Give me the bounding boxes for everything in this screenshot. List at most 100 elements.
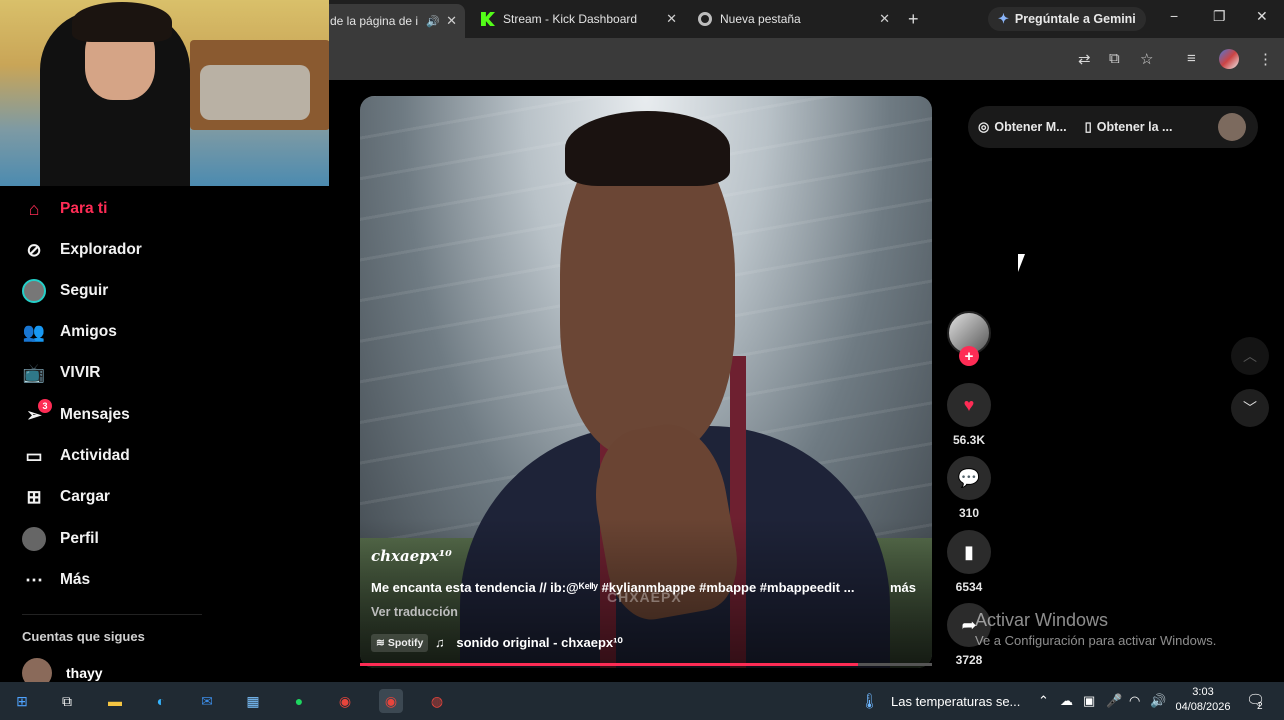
- tab-label: Stream - Kick Dashboard: [503, 12, 638, 26]
- browser-profile-avatar[interactable]: [1219, 49, 1239, 69]
- tab-label: Nueva pestaña: [720, 12, 801, 26]
- save-button[interactable]: ▮: [947, 530, 991, 574]
- more-link[interactable]: más: [890, 580, 916, 595]
- player-hair: [565, 111, 730, 186]
- next-video-button[interactable]: ﹀: [1231, 389, 1269, 427]
- thermometer-icon: 🌡: [860, 693, 880, 710]
- cloud-icon[interactable]: ☁: [1060, 693, 1073, 709]
- comment-button[interactable]: 💬: [947, 456, 991, 500]
- activation-title: Activar Windows: [975, 610, 1109, 630]
- music-label: sonido original - chxaepx¹⁰: [456, 635, 623, 650]
- webcam-sheet: [200, 65, 310, 120]
- bookmark-star-icon[interactable]: ☆: [1140, 50, 1153, 68]
- close-window-button[interactable]: ✕: [1256, 8, 1268, 25]
- gemini-button[interactable]: ✦ Pregúntale a Gemini: [988, 7, 1146, 31]
- video-watermark: CHXAEPX: [607, 589, 682, 605]
- messages-icon: ➢ 3: [22, 398, 52, 426]
- tab-label: de la página de i: [330, 14, 418, 28]
- outlook-icon[interactable]: ✉: [195, 689, 219, 713]
- file-explorer-icon[interactable]: ▬: [103, 689, 127, 713]
- speaker-icon[interactable]: 🔊: [426, 15, 440, 28]
- get-coins-label: Obtener M...: [994, 120, 1067, 134]
- task-view-icon[interactable]: ⧉: [55, 689, 79, 713]
- following-section-title: Cuentas que sigues: [22, 629, 145, 644]
- like-count: 56.3K: [952, 433, 986, 447]
- edge-icon[interactable]: ◐: [149, 689, 173, 713]
- home-icon: ⌂: [28, 198, 40, 219]
- spotify-app-icon[interactable]: ●: [287, 689, 311, 713]
- sidebar-item-vivir[interactable]: 📺 VIVIR: [22, 358, 101, 388]
- gemini-label: Pregúntale a Gemini: [1014, 12, 1136, 26]
- new-tab-button[interactable]: +: [908, 9, 919, 30]
- system-clock[interactable]: 3:03 04/08/2026: [1174, 685, 1232, 715]
- translate-link[interactable]: Ver traducción: [371, 605, 458, 619]
- wifi-icon[interactable]: ◠: [1129, 693, 1140, 709]
- sidebar-item-amigos[interactable]: 👥 Amigos: [22, 317, 117, 347]
- translate-icon[interactable]: ⇄: [1078, 50, 1091, 68]
- sidebar-item-actividad[interactable]: ▭ Actividad: [22, 441, 130, 471]
- webcam-overlay: [0, 0, 329, 186]
- friends-icon: 👥: [22, 321, 46, 342]
- camera-icon[interactable]: ▣: [1083, 693, 1095, 709]
- clock-date: 04/08/2026: [1175, 701, 1231, 713]
- store-icon[interactable]: ▦: [241, 689, 265, 713]
- activation-subtitle: Ve a Configuración para activar Windows.: [975, 633, 1217, 648]
- close-tab-icon[interactable]: ✕: [446, 13, 457, 29]
- messages-badge: 3: [38, 398, 52, 413]
- tab-tiktok[interactable]: de la página de i 🔊 ✕: [322, 4, 465, 38]
- sidebar-item-mensajes[interactable]: ➢ 3 Mensajes: [22, 398, 130, 430]
- obs-icon[interactable]: ◍: [425, 689, 449, 713]
- chrome-icon: [698, 12, 712, 26]
- volume-icon[interactable]: 🔊: [1150, 693, 1166, 709]
- previous-video-button[interactable]: ︿: [1231, 337, 1269, 375]
- sidebar-item-label: Actividad: [60, 447, 130, 464]
- reading-list-icon[interactable]: ≡: [1187, 50, 1196, 67]
- start-button[interactable]: ⊞: [10, 689, 34, 713]
- windows-activation-watermark: Activar Windows Ve a Configuración para …: [975, 610, 1216, 648]
- sidebar-item-perfil[interactable]: Perfil: [22, 524, 99, 554]
- microphone-icon[interactable]: 🎤: [1106, 693, 1122, 709]
- spotify-icon: ≋: [376, 637, 385, 649]
- video-progress-bar[interactable]: [360, 663, 932, 666]
- video-progress-fill: [360, 663, 858, 666]
- tab-new-tab[interactable]: Nueva pestaña ✕: [690, 6, 898, 32]
- chrome-app-icon[interactable]: ◉: [333, 689, 357, 713]
- mouse-cursor-icon: [1018, 254, 1032, 272]
- user-avatar[interactable]: [1218, 113, 1246, 141]
- sidebar-item-explorador[interactable]: ⊘ Explorador: [22, 235, 141, 265]
- maximize-button[interactable]: ❐: [1213, 8, 1226, 25]
- music-info[interactable]: ♫ sonido original - chxaepx¹⁰: [435, 635, 623, 651]
- sidebar-item-mas[interactable]: ⋯ Más: [22, 565, 90, 595]
- chevron-up-tray-icon[interactable]: ⌃: [1038, 693, 1049, 709]
- save-count: 6534: [955, 580, 983, 594]
- share-count: 3728: [955, 653, 983, 667]
- video-author[interactable]: chxaepx¹⁰: [371, 547, 452, 565]
- sidebar-item-label: Seguir: [60, 282, 109, 299]
- more-icon: ⋯: [25, 569, 43, 590]
- bookmark-icon: ▮: [964, 541, 974, 562]
- close-tab-icon[interactable]: ✕: [879, 11, 890, 27]
- chrome-active-app-icon[interactable]: ◉: [379, 689, 403, 713]
- install-app-icon[interactable]: ⧉: [1109, 50, 1120, 67]
- weather-widget[interactable]: 🌡 Las temperaturas se...: [860, 692, 1020, 710]
- get-app-bar: ◎ Obtener M... ▯ Obtener la ...: [968, 106, 1258, 148]
- tab-kick-dashboard[interactable]: Stream - Kick Dashboard ✕: [473, 6, 685, 32]
- sidebar-item-para-ti[interactable]: ⌂ Para ti: [22, 194, 108, 224]
- sidebar-item-label: VIVIR: [60, 364, 101, 381]
- upload-icon: ⊞: [26, 486, 42, 507]
- like-button[interactable]: ♥: [947, 383, 991, 427]
- notification-icon[interactable]: 🗨2: [1246, 691, 1271, 712]
- sidebar-item-seguir[interactable]: Seguir: [22, 276, 108, 306]
- sidebar-item-label: Para ti: [60, 200, 108, 217]
- sidebar-item-label: Cargar: [60, 488, 110, 505]
- follow-plus-button[interactable]: +: [959, 346, 979, 366]
- close-tab-icon[interactable]: ✕: [666, 11, 677, 27]
- live-tv-icon: 📺: [22, 362, 46, 383]
- spotify-tag[interactable]: ≋ Spotify: [371, 634, 429, 652]
- get-app-button[interactable]: ▯ Obtener la ...: [1085, 119, 1173, 135]
- minimize-button[interactable]: −: [1170, 8, 1178, 24]
- get-coins-button[interactable]: ◎ Obtener M...: [978, 119, 1067, 135]
- kick-logo-icon: [481, 12, 495, 26]
- sidebar-item-cargar[interactable]: ⊞ Cargar: [22, 482, 110, 512]
- menu-dots-icon[interactable]: ⋮: [1258, 50, 1273, 68]
